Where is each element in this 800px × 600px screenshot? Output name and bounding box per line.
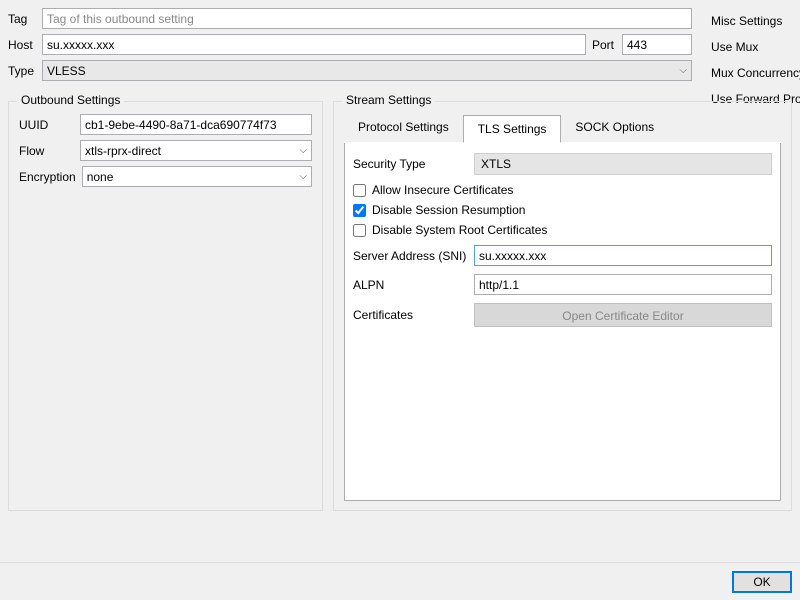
- flow-select-value: xtls-rprx-direct: [85, 144, 161, 158]
- side-item-mux[interactable]: Use Mux: [705, 34, 800, 60]
- uuid-input[interactable]: [80, 114, 312, 135]
- port-input[interactable]: [622, 34, 692, 55]
- tab-sock[interactable]: SOCK Options: [561, 114, 668, 142]
- disable-session-checkbox[interactable]: [353, 204, 366, 217]
- flow-label: Flow: [19, 144, 74, 158]
- stream-title: Stream Settings: [342, 93, 435, 107]
- tls-tab-content: Security Type XTLS Allow Insecure Certif…: [344, 143, 781, 501]
- disable-system-root-checkbox[interactable]: [353, 224, 366, 237]
- security-type-value: XTLS: [474, 153, 772, 175]
- tab-tls[interactable]: TLS Settings: [463, 115, 562, 143]
- uuid-label: UUID: [19, 118, 74, 132]
- sni-input[interactable]: [474, 245, 772, 266]
- disable-session-label: Disable Session Resumption: [372, 203, 525, 217]
- flow-select[interactable]: xtls-rprx-direct ⌵: [80, 140, 312, 161]
- allow-insecure-label: Allow Insecure Certificates: [372, 183, 513, 197]
- type-select[interactable]: VLESS ⌵: [42, 60, 692, 81]
- type-label: Type: [8, 64, 36, 78]
- side-item-misc[interactable]: Misc Settings: [705, 8, 800, 34]
- encryption-select-value: none: [87, 170, 114, 184]
- ok-button[interactable]: OK: [732, 571, 792, 593]
- type-select-value: VLESS: [47, 64, 86, 78]
- encryption-select[interactable]: none ⌵: [82, 166, 312, 187]
- outbound-panel: Outbound Settings UUID Flow xtls-rprx-di…: [8, 101, 323, 511]
- side-menu: Misc Settings Use Mux Mux Concurrency Us…: [705, 8, 800, 112]
- chevron-down-icon: ⌵: [679, 65, 687, 76]
- stream-panel: Stream Settings Protocol Settings TLS Se…: [333, 101, 792, 511]
- stream-tabs: Protocol Settings TLS Settings SOCK Opti…: [344, 114, 781, 143]
- port-label: Port: [592, 38, 616, 52]
- outbound-title: Outbound Settings: [17, 93, 124, 107]
- side-item-concurrency[interactable]: Mux Concurrency: [705, 60, 800, 86]
- bottom-bar: OK: [0, 562, 800, 600]
- host-input[interactable]: [42, 34, 586, 55]
- alpn-input[interactable]: [474, 274, 772, 295]
- host-label: Host: [8, 38, 36, 52]
- disable-system-root-label: Disable System Root Certificates: [372, 223, 547, 237]
- chevron-down-icon: ⌵: [299, 171, 307, 182]
- tab-protocol[interactable]: Protocol Settings: [344, 114, 463, 142]
- alpn-label: ALPN: [353, 278, 468, 292]
- tag-input[interactable]: [42, 8, 692, 29]
- open-certificate-editor-button[interactable]: Open Certificate Editor: [474, 303, 772, 327]
- chevron-down-icon: ⌵: [299, 145, 307, 156]
- encryption-label: Encryption: [19, 170, 76, 184]
- sni-label: Server Address (SNI): [353, 249, 468, 263]
- allow-insecure-checkbox[interactable]: [353, 184, 366, 197]
- certificates-label: Certificates: [353, 308, 468, 322]
- tag-label: Tag: [8, 12, 36, 26]
- security-type-label: Security Type: [353, 157, 468, 171]
